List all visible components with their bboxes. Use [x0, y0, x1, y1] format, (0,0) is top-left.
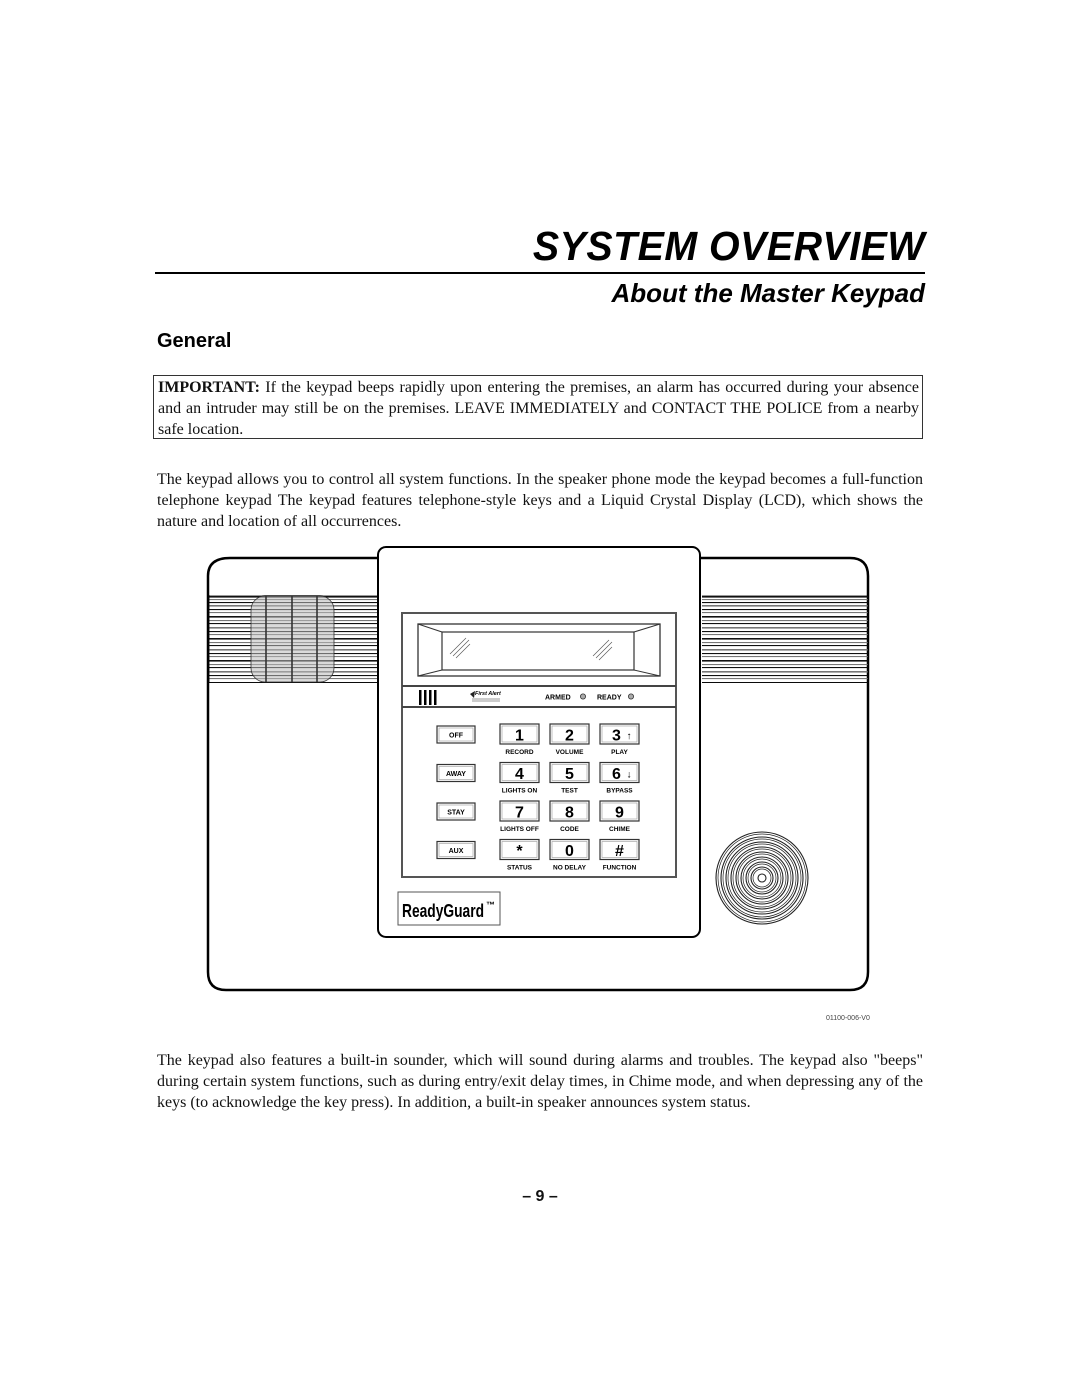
- function-key-away[interactable]: AWAY: [436, 763, 476, 783]
- key-digit: 0: [565, 843, 574, 860]
- function-key-stay[interactable]: STAY: [436, 802, 476, 821]
- grille-stripe: [702, 675, 868, 677]
- sounder-paragraph: The keypad also features a built-in soun…: [157, 1052, 923, 1111]
- intro-paragraph: The keypad allows you to control all sys…: [157, 471, 923, 530]
- keypad-key-7[interactable]: 7 LIGHTS OFF: [499, 800, 540, 833]
- left-speaker-panel-icon: [250, 595, 335, 683]
- figure-code: 01100-006-V0: [826, 1015, 870, 1022]
- grille-stripe: [702, 638, 868, 640]
- key-digit: 9: [615, 805, 624, 822]
- page-subtitle: About the Master Keypad: [611, 278, 926, 308]
- grille-stripe: [702, 616, 868, 618]
- key-sublabel: STATUS: [507, 865, 533, 872]
- arrow-up-icon: ↑: [627, 731, 632, 742]
- function-key-label: STAY: [447, 809, 465, 816]
- key-digit: #: [615, 843, 624, 860]
- key-sublabel: LIGHTS ON: [502, 788, 538, 795]
- key-sublabel: FUNCTION: [603, 865, 637, 872]
- trademark-mark: ™: [486, 900, 495, 910]
- key-digit: 5: [565, 766, 574, 783]
- keypad-key-0[interactable]: 0 NO DELAY: [549, 838, 590, 872]
- key-sublabel: NO DELAY: [553, 865, 587, 872]
- key-sublabel: PLAY: [611, 749, 628, 756]
- grille-stripe: [702, 609, 868, 611]
- important-label: IMPORTANT:: [158, 379, 260, 396]
- function-key-aux[interactable]: AUX: [436, 840, 476, 860]
- lcd-display: [417, 623, 661, 677]
- function-key-label: AUX: [449, 848, 464, 855]
- section-heading: General: [157, 330, 232, 352]
- grille-stripe: [702, 623, 868, 625]
- key-sublabel: CODE: [560, 826, 579, 833]
- grille-stripe: [702, 653, 868, 655]
- key-digit: 1: [515, 728, 524, 745]
- page-title: SYSTEM OVERVIEW: [532, 223, 925, 269]
- grille-stripe: [702, 678, 868, 680]
- key-digit: 3: [612, 728, 621, 745]
- key-digit: *: [516, 843, 523, 860]
- logo-text: First Alert: [475, 691, 502, 697]
- key-digit: 2: [565, 728, 574, 745]
- brand-name: ReadyGuard: [402, 901, 484, 921]
- grille-stripe: [702, 642, 868, 644]
- important-notice-box: IMPORTANT: If the keypad beeps rapidly u…: [153, 375, 923, 439]
- grille-stripe: [702, 596, 868, 598]
- keypad-key-hash[interactable]: # FUNCTION: [599, 838, 640, 872]
- grille-stripe: [702, 664, 868, 666]
- grille-stripe: [702, 627, 868, 629]
- title-divider: [155, 272, 925, 274]
- key-digit: 4: [515, 766, 524, 783]
- keypad-key-4[interactable]: 4 LIGHTS ON: [499, 761, 540, 795]
- arrow-down-icon: ↓: [627, 770, 632, 781]
- grille-stripe: [702, 660, 868, 662]
- grille-stripe: [702, 612, 868, 614]
- key-sublabel: CHIME: [609, 826, 631, 833]
- important-notice-text: IMPORTANT: If the keypad beeps rapidly u…: [158, 377, 919, 440]
- key-sublabel: LIGHTS OFF: [500, 826, 539, 833]
- keypad-key-1[interactable]: 1 RECORD: [499, 723, 540, 756]
- key-sublabel: BYPASS: [606, 788, 633, 795]
- important-body: If the keypad beeps rapidly upon enterin…: [158, 379, 919, 438]
- key-digit: 6: [612, 766, 621, 783]
- grille-stripe: [702, 671, 868, 673]
- key-sublabel: TEST: [561, 788, 578, 795]
- function-key-label: OFF: [449, 732, 464, 739]
- key-digit: 8: [565, 805, 574, 822]
- grille-stripe: [702, 656, 868, 658]
- ready-label: READY: [597, 695, 622, 702]
- grille-stripe: [702, 599, 868, 601]
- key-digit: 7: [515, 805, 524, 822]
- grille-stripe: [702, 649, 868, 651]
- page-number: – 9 –: [522, 1188, 558, 1205]
- function-key-off[interactable]: OFF: [436, 725, 476, 744]
- keypad-key-2[interactable]: 2 VOLUME: [549, 723, 590, 756]
- grille-stripe: [702, 620, 868, 622]
- function-key-label: AWAY: [446, 771, 466, 778]
- keypad-illustration: First Alert ARMED READY OFF AWAY STAY AUX 1…: [206, 546, 870, 992]
- grille-stripe: [702, 667, 868, 669]
- armed-label: ARMED: [545, 695, 571, 702]
- key-sublabel: VOLUME: [556, 749, 584, 756]
- grille-stripe: [702, 602, 868, 604]
- ready-led-icon: [627, 693, 634, 700]
- grille-stripe: [702, 631, 868, 633]
- armed-led-icon: [579, 693, 586, 700]
- key-sublabel: RECORD: [505, 749, 533, 756]
- grille-stripe: [702, 645, 868, 647]
- grille-stripe: [702, 605, 868, 607]
- grille-stripe: [702, 634, 868, 636]
